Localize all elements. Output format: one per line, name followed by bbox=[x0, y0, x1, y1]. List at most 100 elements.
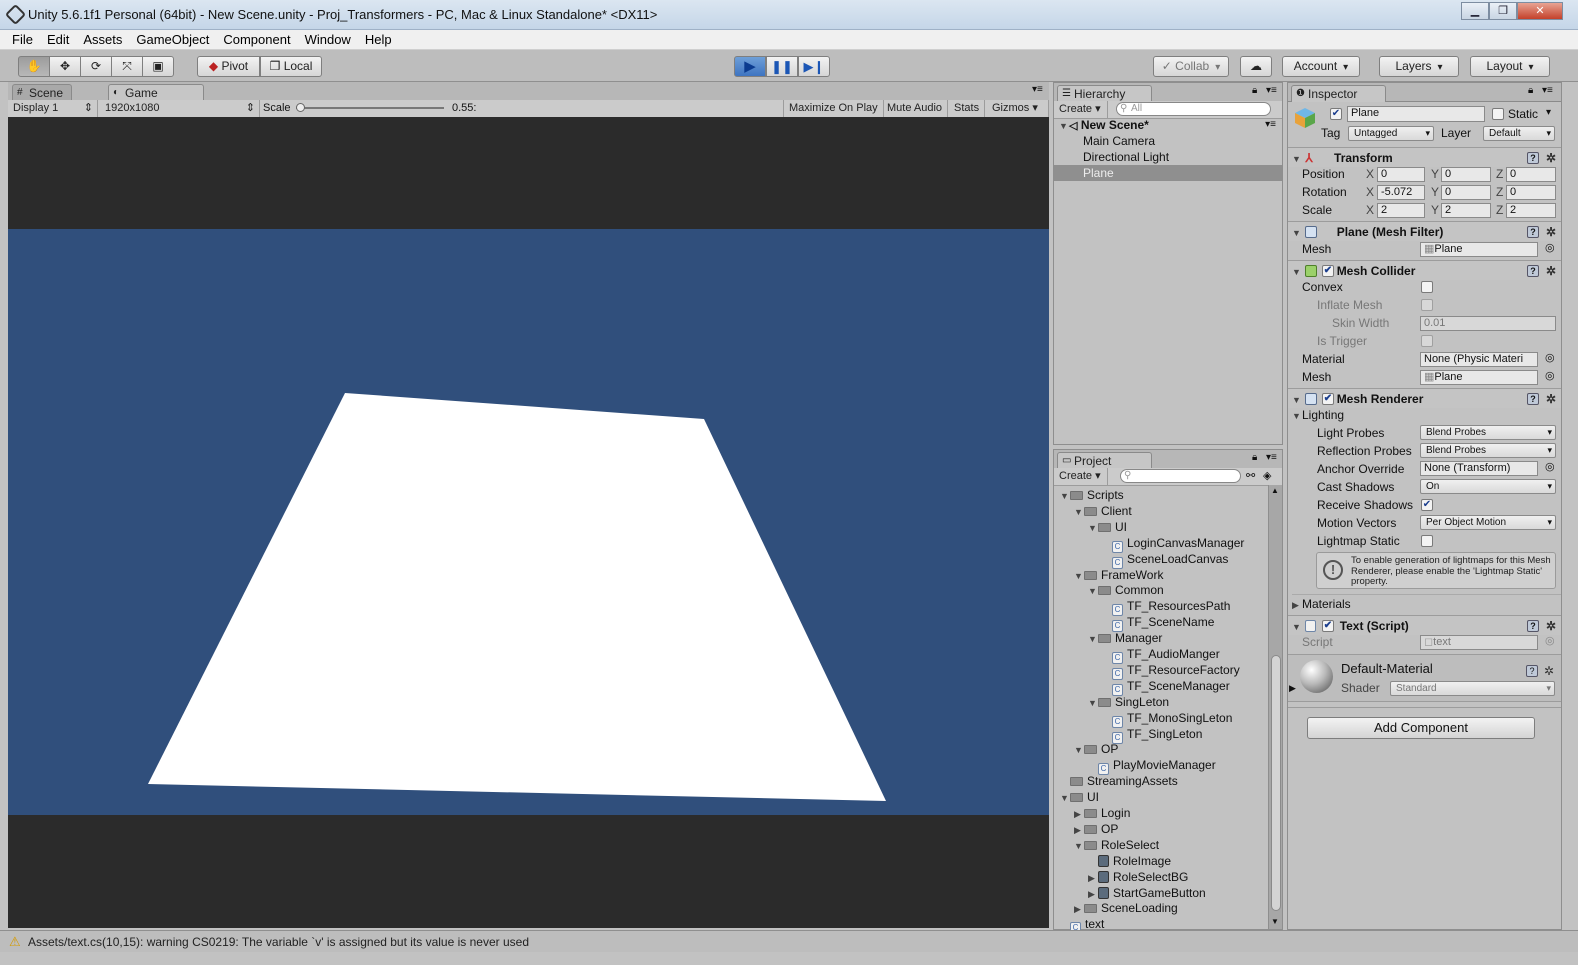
expand-triangle-icon[interactable]: ▼ bbox=[1060, 790, 1070, 806]
position-y-field[interactable]: 0 bbox=[1441, 167, 1491, 182]
project-item[interactable]: C TF_SceneName bbox=[1102, 614, 1214, 633]
project-item[interactable]: ▼ UI bbox=[1088, 519, 1127, 535]
mesh-collider-header[interactable]: ▼ ✔ Mesh Collider ? ✲ bbox=[1288, 260, 1561, 280]
scroll-down-icon[interactable]: ▼ bbox=[1271, 917, 1279, 926]
gear-icon[interactable]: ✲ bbox=[1546, 152, 1556, 164]
text-script-enabled-checkbox[interactable]: ✔ bbox=[1322, 620, 1334, 632]
layers-dropdown[interactable]: Layers bbox=[1379, 56, 1459, 77]
project-item[interactable]: C SceneLoadCanvas bbox=[1102, 551, 1228, 569]
panel-menu-icon[interactable]: ▾≡ bbox=[1266, 85, 1277, 96]
filter-by-type-icon[interactable]: ⚯ bbox=[1246, 469, 1255, 482]
object-picker-icon[interactable]: ◎ bbox=[1545, 460, 1555, 473]
hierarchy-scene-row[interactable]: ▼◁ New Scene* ▾≡ bbox=[1054, 117, 1282, 133]
hierarchy-item-main-camera[interactable]: Main Camera bbox=[1083, 133, 1155, 149]
scale-tool-icon[interactable]: ⤧ bbox=[111, 56, 143, 77]
project-create-dropdown[interactable]: Create ▾ bbox=[1054, 468, 1108, 485]
add-component-button[interactable]: Add Component bbox=[1307, 717, 1535, 739]
collapsed-triangle-icon[interactable]: ▶ bbox=[1088, 886, 1098, 902]
gear-icon[interactable]: ✲ bbox=[1546, 226, 1556, 238]
rotate-tool-icon[interactable]: ⟳ bbox=[80, 56, 112, 77]
scale-z-field[interactable]: 2 bbox=[1506, 203, 1556, 218]
receive-shadows-checkbox[interactable]: ✔ bbox=[1421, 499, 1433, 511]
project-item[interactable]: RoleImage bbox=[1088, 853, 1171, 869]
collapsed-triangle-icon[interactable]: ▶ bbox=[1074, 806, 1084, 822]
gizmos-dropdown[interactable]: Gizmos ▾ bbox=[987, 100, 1049, 117]
convex-checkbox[interactable] bbox=[1421, 281, 1433, 293]
expand-triangle-icon[interactable]: ▼ bbox=[1088, 583, 1098, 599]
menu-component[interactable]: Component bbox=[216, 30, 297, 48]
filter-by-label-icon[interactable]: ◈ bbox=[1263, 469, 1271, 482]
collapsed-triangle-icon[interactable]: ▶ bbox=[1074, 901, 1084, 917]
rotation-x-field[interactable]: -5.072 bbox=[1377, 185, 1425, 200]
object-picker-icon[interactable]: ◎ bbox=[1545, 369, 1555, 382]
panel-menu-icon[interactable]: ▾≡ bbox=[1266, 452, 1277, 463]
project-item[interactable]: C PlayMovieManager bbox=[1088, 757, 1216, 776]
gear-icon[interactable]: ✲ bbox=[1546, 393, 1556, 405]
tab-inspector[interactable]: ❶ Inspector bbox=[1291, 85, 1386, 102]
project-item[interactable]: ▶ SceneLoading bbox=[1074, 900, 1178, 916]
project-item[interactable]: Ctext bbox=[1060, 916, 1104, 931]
object-picker-icon[interactable]: ◎ bbox=[1545, 351, 1555, 364]
menu-file[interactable]: File bbox=[5, 30, 40, 48]
mesh-collider-enabled-checkbox[interactable]: ✔ bbox=[1322, 265, 1334, 277]
help-icon[interactable]: ? bbox=[1526, 665, 1538, 677]
local-toggle[interactable]: ❒ Local bbox=[260, 56, 322, 77]
project-item[interactable]: ▼ SingLeton bbox=[1088, 694, 1169, 710]
menu-assets[interactable]: Assets bbox=[76, 30, 129, 48]
collider-mesh-field[interactable]: ▦Plane bbox=[1420, 370, 1538, 385]
project-item[interactable]: C TF_AudioManger bbox=[1102, 646, 1220, 664]
menu-edit[interactable]: Edit bbox=[40, 30, 76, 48]
resolution-dropdown[interactable]: 1920x1080 ⇕ bbox=[100, 100, 260, 117]
menu-gameobject[interactable]: GameObject bbox=[129, 30, 216, 48]
pivot-toggle[interactable]: ◆ Pivot bbox=[197, 56, 260, 77]
hierarchy-item-plane[interactable]: Plane bbox=[1054, 165, 1282, 181]
stats-toggle[interactable]: Stats bbox=[949, 100, 986, 117]
project-search-input[interactable]: ⚲ bbox=[1120, 469, 1241, 483]
object-picker-icon[interactable]: ◎ bbox=[1545, 241, 1555, 254]
position-z-field[interactable]: 0 bbox=[1506, 167, 1556, 182]
rect-tool-icon[interactable]: ▣ bbox=[142, 56, 174, 77]
project-item[interactable]: ▼ Client bbox=[1074, 503, 1132, 519]
collapsed-triangle-icon[interactable]: ▶ bbox=[1074, 822, 1084, 838]
account-dropdown[interactable]: Account bbox=[1282, 56, 1360, 77]
layout-dropdown[interactable]: Layout bbox=[1470, 56, 1550, 77]
tab-game[interactable]: ◐ Game bbox=[108, 84, 204, 101]
active-checkbox[interactable]: ✔ bbox=[1330, 108, 1342, 120]
motion-vectors-dropdown[interactable]: Per Object Motion bbox=[1420, 515, 1556, 530]
project-item[interactable]: ▼ Scripts bbox=[1060, 487, 1124, 503]
pause-button[interactable]: ❚❚ bbox=[766, 56, 798, 77]
rotation-y-field[interactable]: 0 bbox=[1441, 185, 1491, 200]
materials-foldout[interactable]: ▶ Materials bbox=[1292, 594, 1561, 612]
step-button[interactable]: ▶❙ bbox=[798, 56, 830, 77]
tab-scene[interactable]: # Scene bbox=[12, 84, 73, 101]
project-item[interactable]: C TF_ResourcesPath bbox=[1102, 598, 1230, 617]
status-bar[interactable]: ⚠ Assets/text.cs(10,15): warning CS0219:… bbox=[0, 930, 1578, 952]
expand-triangle-icon[interactable]: ▼ bbox=[1060, 488, 1070, 504]
project-item[interactable]: ▶ RoleSelectBG bbox=[1088, 869, 1188, 885]
project-item[interactable]: ▼ RoleSelect bbox=[1074, 837, 1159, 853]
mesh-renderer-enabled-checkbox[interactable]: ✔ bbox=[1322, 393, 1334, 405]
expand-triangle-icon[interactable]: ▼ bbox=[1088, 631, 1098, 647]
project-item[interactable]: ▶ StartGameButton bbox=[1088, 885, 1206, 901]
project-item[interactable]: ▼ UI bbox=[1060, 789, 1099, 805]
move-tool-icon[interactable]: ✥ bbox=[49, 56, 81, 77]
collab-dropdown[interactable]: ✓ Collab bbox=[1153, 56, 1229, 77]
expand-triangle-icon[interactable]: ▼ bbox=[1074, 504, 1084, 520]
static-dropdown-arrow-icon[interactable]: ▾ bbox=[1546, 107, 1551, 118]
project-item[interactable]: ▼ Manager bbox=[1088, 630, 1162, 646]
gear-icon[interactable]: ✲ bbox=[1544, 665, 1554, 677]
maximize-on-play-toggle[interactable]: Maximize On Play bbox=[783, 100, 884, 117]
cloud-button[interactable]: ☁ bbox=[1240, 56, 1272, 77]
display-dropdown[interactable]: Display 1 ⇕ bbox=[8, 100, 98, 117]
mesh-field[interactable]: ▦Plane bbox=[1420, 242, 1538, 257]
transform-header[interactable]: ▼ ⅄ Transform ? ✲ bbox=[1288, 147, 1561, 167]
project-scrollbar[interactable]: ▲ ▼ bbox=[1268, 485, 1282, 929]
panel-menu-icon[interactable]: ▾≡ bbox=[1032, 84, 1043, 95]
lightmap-static-checkbox[interactable] bbox=[1421, 535, 1433, 547]
hierarchy-item-directional-light[interactable]: Directional Light bbox=[1083, 149, 1169, 165]
mesh-filter-header[interactable]: ▼ Plane (Mesh Filter) ? ✲ bbox=[1288, 221, 1561, 241]
scale-slider-track[interactable] bbox=[296, 107, 444, 109]
project-item[interactable]: ▼ FrameWork bbox=[1074, 567, 1163, 583]
anchor-override-field[interactable]: None (Transform) bbox=[1420, 461, 1538, 476]
rotation-z-field[interactable]: 0 bbox=[1506, 185, 1556, 200]
